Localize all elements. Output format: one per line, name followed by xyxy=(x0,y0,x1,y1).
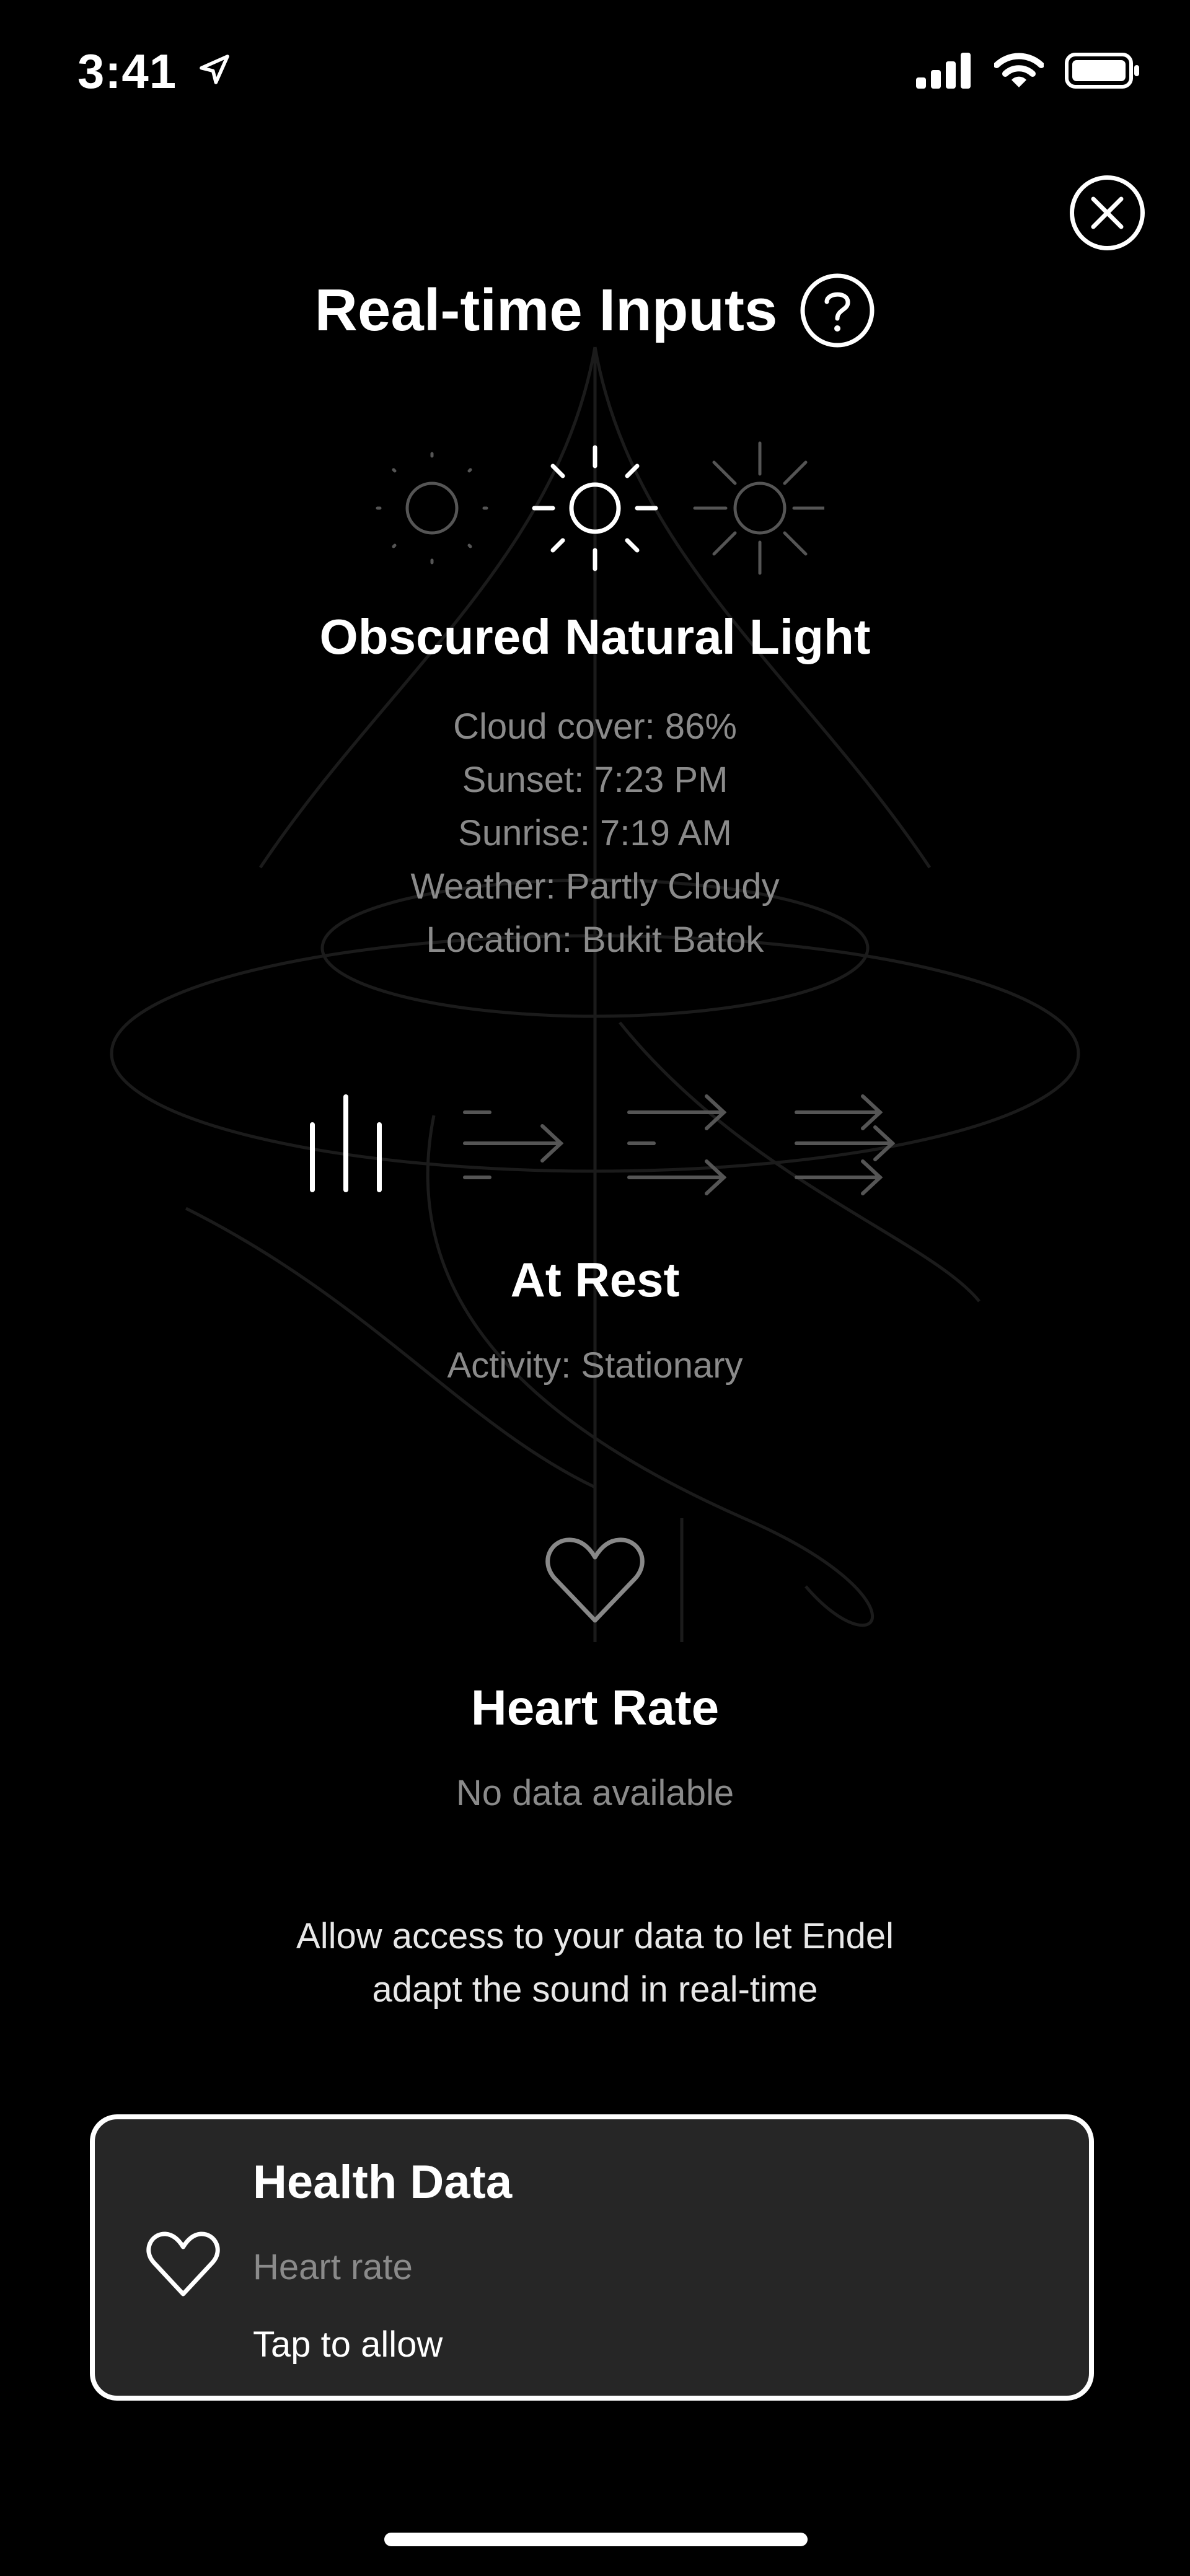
wifi-icon xyxy=(994,53,1044,87)
help-button[interactable] xyxy=(800,273,875,348)
allow-access-line-1: Allow access to your data to let Endel xyxy=(296,1916,894,1956)
card-title: Health Data xyxy=(253,2156,513,2209)
location-arrow-icon xyxy=(199,55,229,84)
page-title: Real-time Inputs xyxy=(0,273,1190,348)
allow-access-text: Allow access to your data to let Endel a… xyxy=(0,1910,1190,2016)
heart-rate-title: Heart Rate xyxy=(470,1680,720,1735)
heart-outline-icon xyxy=(146,2231,220,2297)
heart-rate-detail: No data available xyxy=(456,1773,734,1813)
activity-title: At Rest xyxy=(510,1252,680,1307)
activity-level-selector xyxy=(310,1094,896,1195)
tap-to-allow-label[interactable]: Tap to allow xyxy=(253,2324,443,2365)
battery-icon xyxy=(1065,53,1139,89)
cloud-cover-text: Cloud cover: 86% xyxy=(453,706,737,747)
question-circle-icon xyxy=(800,273,875,348)
home-indicator[interactable] xyxy=(384,2533,808,2546)
close-button[interactable] xyxy=(1069,174,1146,252)
sunset-text: Sunset: 7:23 PM xyxy=(462,760,728,800)
status-time: 3:41 xyxy=(77,43,232,100)
card-subtitle: Heart rate xyxy=(253,2247,413,2287)
close-circle-icon xyxy=(1070,175,1145,250)
walk-arrows-icon xyxy=(463,1110,564,1179)
activity-detail: Activity: Stationary xyxy=(447,1345,743,1386)
weather-text: Weather: Partly Cloudy xyxy=(410,866,780,907)
light-level-selector xyxy=(376,441,824,575)
rest-bars-icon xyxy=(310,1094,382,1192)
allow-access-line-2: adapt the sound in real-time xyxy=(372,1969,818,2010)
obscured-sun-icon xyxy=(532,445,658,571)
heart-outline-icon xyxy=(545,1537,645,1623)
health-data-card[interactable]: Health Data Heart rate Tap to allow xyxy=(90,2114,1094,2401)
sunrise-text: Sunrise: 7:19 AM xyxy=(458,813,732,853)
fast-arrows-icon xyxy=(795,1094,896,1195)
run-arrows-icon xyxy=(627,1094,727,1195)
status-icons xyxy=(916,53,1142,89)
location-text: Location: Bukit Batok xyxy=(426,920,764,960)
light-title: Obscured Natural Light xyxy=(319,609,871,664)
dim-sun-icon xyxy=(376,452,488,565)
signal-icon xyxy=(916,53,971,89)
bright-sun-icon xyxy=(693,441,824,575)
light-details: Cloud cover: 86% Sunset: 7:23 PM Sunrise… xyxy=(0,700,1190,967)
page-title-text: Real-time Inputs xyxy=(314,277,778,343)
